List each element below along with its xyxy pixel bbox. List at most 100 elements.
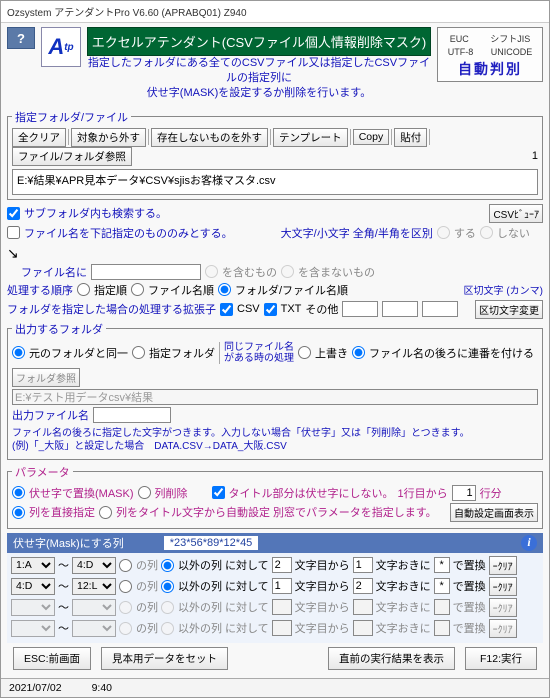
not-contain-radio: を含まないもの — [281, 264, 375, 280]
delim-label: 区切文字 (カンマ) — [464, 282, 543, 297]
out-spec-radio[interactable]: 指定フォルダ — [132, 345, 215, 361]
remove-missing-button[interactable]: 存在しないものを外す — [151, 128, 268, 147]
mask-2-notcol-radio[interactable]: 以外の列 — [161, 578, 222, 594]
direct-radio[interactable]: 列を直接指定 — [12, 504, 95, 520]
mask-2-col-radio[interactable]: の列 — [119, 578, 158, 594]
limit-name-check[interactable]: ファイル名を下記指定のもののみとする。 — [7, 225, 233, 241]
mask-2-clear-button[interactable]: ｰｸﾘｱ — [489, 577, 517, 596]
browse-button[interactable]: ファイル/フォルダ参照 — [12, 147, 132, 166]
out-filename-desc: ファイル名の後ろに指定した文字がつきます。入力しない場合「伏せ字」又は「列削除」… — [12, 427, 470, 453]
template-button[interactable]: テンプレート — [273, 128, 348, 147]
filename-label: ファイル名に — [21, 264, 87, 280]
overwrite-radio[interactable]: 上書き — [298, 345, 348, 361]
mask-4-n2-input — [353, 620, 373, 636]
mask-2-to-select[interactable]: 12:L — [72, 578, 116, 595]
remove-button[interactable]: 対象から外す — [71, 128, 146, 147]
out-same-radio[interactable]: 元のフォルダと同一 — [12, 345, 128, 361]
mask-grid: 1:A 〜 4:D の列 以外の列 に対して 文字目から 文字おきに で置換 ｰ… — [7, 553, 543, 643]
mask-4-col-radio: の列 — [119, 620, 158, 636]
file-list[interactable]: E:¥結果¥APR見本データ¥CSV¥sjisお客様マスタ.csv — [12, 169, 538, 195]
order-file-radio[interactable]: ファイル名順 — [131, 282, 214, 298]
mask-2-n1-input[interactable] — [272, 578, 292, 594]
line-from-label: 1行目から — [398, 485, 448, 501]
delcol-radio[interactable]: 列削除 — [138, 485, 188, 501]
sample-data-button[interactable]: 見本用データをセット — [101, 647, 228, 670]
file-count: 1 — [532, 150, 538, 162]
ext-other-2[interactable] — [382, 301, 418, 317]
seq-radio[interactable]: ファイル名の後ろに連番を付ける — [352, 345, 534, 361]
clear-button[interactable]: 全クリア — [12, 128, 66, 147]
out-filename-input[interactable] — [93, 407, 171, 423]
param-group: パラメータ 伏せ字で置換(MASK) 列削除 タイトル部分は伏せ字にしない。 1… — [7, 464, 543, 529]
ext-other-label: その他 — [305, 301, 338, 317]
mask-1-col-radio[interactable]: の列 — [119, 557, 158, 573]
csv-viewer-button[interactable]: CSVﾋﾞｭｰｱ — [489, 204, 543, 223]
esc-button[interactable]: ESC:前画面 — [13, 647, 91, 670]
mask-row-2: 4:D 〜 12:L の列 以外の列 に対して 文字目から 文字おきに で置換 … — [11, 577, 539, 596]
mask-1-char-input[interactable] — [434, 557, 450, 573]
ext-txt-check[interactable]: TXT — [264, 303, 302, 316]
run-button[interactable]: F12:実行 — [465, 647, 537, 670]
header-desc: 指定したフォルダにある全てのCSVファイル又は指定したCSVファイルの指定列に … — [87, 56, 431, 101]
mask-4-clear-button: ｰｸﾘｱ — [489, 619, 517, 638]
mask-2-from-select[interactable]: 4:D — [11, 578, 55, 595]
mask-1-from-select[interactable]: 1:A — [11, 557, 55, 574]
mask-3-to-select[interactable] — [72, 599, 116, 616]
ext-other-3[interactable] — [422, 301, 458, 317]
line-num-input[interactable] — [452, 485, 476, 501]
subfolder-check[interactable]: サブフォルダ内も検索する。 — [7, 205, 167, 221]
case-no-radio: しない — [480, 225, 530, 241]
mask-3-notcol-radio: 以外の列 — [161, 599, 222, 615]
mask-2-n2-input[interactable] — [353, 578, 373, 594]
paste-button[interactable]: 貼付 — [394, 128, 427, 147]
mask-3-col-radio: の列 — [119, 599, 158, 615]
mask-1-n1-input[interactable] — [272, 557, 292, 573]
mask-1-notcol-radio[interactable]: 以外の列 — [161, 557, 222, 573]
out-filename-label: 出力ファイル名 — [12, 407, 89, 423]
line-unit-label: 行分 — [480, 485, 502, 501]
auto-settings-button[interactable]: 自動設定画面表示 — [450, 503, 538, 522]
mask-banner: 伏せ字(Mask)にする列 *23*56*89*12*45 i — [7, 533, 543, 553]
status-bar: 2021/07/02 9:40 — [1, 678, 549, 697]
mask-sample: *23*56*89*12*45 — [164, 536, 259, 550]
output-legend: 出力するフォルダ — [12, 321, 106, 337]
mask-2-char-input[interactable] — [434, 578, 450, 594]
copy-button[interactable]: Copy — [353, 129, 390, 145]
arrow-icon[interactable]: ↘ — [7, 245, 19, 262]
page-title: エクセルアテンダント(CSVファイル個人情報削除マスク) — [87, 27, 431, 56]
mask-1-to-select[interactable]: 4:D — [72, 557, 116, 574]
info-icon[interactable]: i — [521, 535, 537, 551]
order-spec-radio[interactable]: 指定順 — [77, 282, 127, 298]
auto-radio[interactable]: 列をタイトル文字から自動設定 別窓でパラメータを指定します。 — [99, 504, 437, 520]
out-path-input — [12, 389, 538, 405]
mask-radio[interactable]: 伏せ字で置換(MASK) — [12, 485, 134, 501]
mask-3-clear-button: ｰｸﾘｱ — [489, 598, 517, 617]
filename-input[interactable] — [91, 264, 201, 280]
mask-4-from-select[interactable] — [11, 620, 55, 637]
folder-legend: 指定フォルダ/ファイル — [12, 109, 131, 125]
mask-row-4: 〜 の列 以外の列 に対して 文字目から 文字おきに で置換 ｰｸﾘｱ — [11, 619, 539, 638]
mask-row-3: 〜 の列 以外の列 に対して 文字目から 文字おきに で置換 ｰｸﾘｱ — [11, 598, 539, 617]
mask-4-to-select[interactable] — [72, 620, 116, 637]
delim-change-button[interactable]: 区切文字変更 — [475, 300, 543, 319]
help-icon[interactable]: ? — [7, 27, 35, 49]
ext-label: フォルダを指定した場合の処理する拡張子 — [7, 301, 216, 317]
mask-3-char-input — [434, 599, 450, 615]
prev-result-button[interactable]: 直前の実行結果を表示 — [328, 647, 455, 670]
output-group: 出力するフォルダ 元のフォルダと同一 指定フォルダ 同じファイル名がある時の処理… — [7, 321, 543, 460]
ext-csv-check[interactable]: CSV — [220, 303, 260, 316]
mask-4-n1-input — [272, 620, 292, 636]
mask-3-from-select[interactable] — [11, 599, 55, 616]
contain-radio: を含むもの — [205, 264, 277, 280]
encoding-indicator: EUCシフトJIS UTF-8UNICODE 自動判別 — [437, 27, 543, 82]
order-folder-radio[interactable]: フォルダ/ファイル名順 — [218, 282, 348, 298]
app-icon: Atp — [41, 27, 81, 67]
ext-other-1[interactable] — [342, 301, 378, 317]
case-yes-radio: する — [437, 225, 476, 241]
mask-1-clear-button[interactable]: ｰｸﾘｱ — [489, 556, 517, 575]
mask-1-n2-input[interactable] — [353, 557, 373, 573]
title-keep-check[interactable]: タイトル部分は伏せ字にしない。 — [212, 485, 394, 501]
folder-group: 指定フォルダ/ファイル 全クリア 対象から外す 存在しないものを外す テンプレー… — [7, 109, 543, 200]
status-time: 9:40 — [92, 682, 112, 694]
out-folder-button: フォルダ参照 — [12, 368, 80, 387]
